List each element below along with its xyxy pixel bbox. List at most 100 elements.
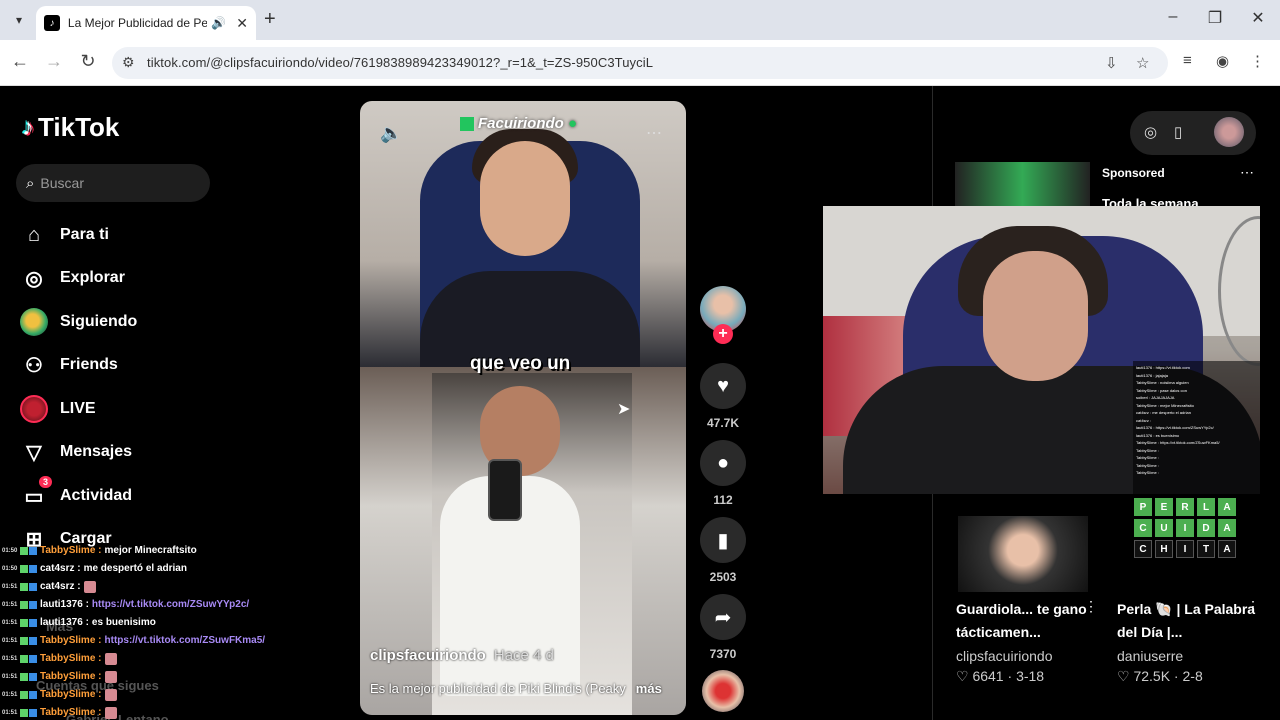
emote-icon bbox=[104, 689, 117, 701]
sidebar-item-label: Mensajes bbox=[60, 443, 133, 460]
back-icon[interactable]: ← bbox=[8, 51, 32, 72]
user-avatar[interactable] bbox=[1214, 117, 1244, 147]
video-card-title[interactable]: Guardiola... te gano tácticamen... bbox=[956, 598, 1096, 644]
close-window-icon[interactable]: ✕ bbox=[1243, 8, 1273, 28]
sidebar-item-label: LIVE bbox=[60, 400, 96, 417]
chat-text: https://vt.tiktok.com/ZSuwFKma5/ bbox=[104, 635, 266, 646]
music-disc-icon[interactable] bbox=[702, 670, 744, 712]
media-control-icon[interactable]: ≡ bbox=[1183, 52, 1192, 69]
phone-icon[interactable]: ▯ bbox=[1174, 123, 1182, 141]
search-box[interactable]: ⌕ bbox=[16, 164, 210, 202]
address-bar[interactable]: ⚙ tiktok.com/@clipsfacuiriondo/video/761… bbox=[112, 47, 1168, 79]
chat-badges-icon bbox=[20, 547, 38, 555]
webcam-chat-line: cat4srz : me desperto el adrian bbox=[1136, 410, 1191, 415]
chat-message: 01:50 cat4srz : me despertó el adrian bbox=[0, 560, 360, 578]
restore-icon[interactable]: ❐ bbox=[1200, 8, 1230, 28]
profile-icon[interactable]: ◉ bbox=[1216, 52, 1229, 70]
chat-message: 01:51 lauti1376 : es buenisimo bbox=[0, 614, 360, 632]
send-icon: ▽ bbox=[26, 441, 42, 464]
chat-text: me despertó el adrian bbox=[83, 563, 187, 574]
live-icon bbox=[20, 395, 48, 423]
browser-toolbar: ← → ↻ ⚙ tiktok.com/@clipsfacuiriondo/vid… bbox=[0, 40, 1280, 86]
sponsored-thumbnail[interactable] bbox=[955, 162, 1090, 208]
card-options-icon[interactable]: ⋮ bbox=[1084, 598, 1098, 615]
like-button[interactable]: ♥ bbox=[700, 363, 746, 409]
wordle-row: CHITA bbox=[1134, 540, 1239, 558]
wordle-cell: I bbox=[1176, 519, 1194, 537]
bookmark-star-icon[interactable]: ☆ bbox=[1136, 54, 1149, 72]
sidebar-item-mensajes[interactable]: ▽ Mensajes bbox=[20, 437, 132, 467]
video-card-author[interactable]: daniuserre bbox=[1117, 648, 1183, 664]
wordle-thumbnail[interactable]: PERLACUIDACHITA bbox=[1134, 498, 1239, 561]
video-top-frame bbox=[360, 101, 686, 371]
sponsored-label: Sponsored bbox=[1102, 166, 1165, 180]
wordle-cell: A bbox=[1218, 498, 1236, 516]
browser-menu-icon[interactable]: ⋮ bbox=[1250, 52, 1265, 70]
install-app-icon[interactable]: ⇩ bbox=[1105, 54, 1118, 72]
share-button[interactable]: ➦ bbox=[700, 594, 746, 640]
save-button[interactable]: ▮ bbox=[700, 517, 746, 563]
sponsored-options-icon[interactable]: ⋯ bbox=[1240, 164, 1254, 181]
chat-message: 01:51 TabbySlime : bbox=[0, 686, 360, 704]
sidebar-item-para-ti[interactable]: ⌂ Para ti bbox=[20, 220, 109, 250]
video-card-thumbnail[interactable] bbox=[958, 516, 1088, 592]
card-options-icon[interactable]: ⋮ bbox=[1246, 598, 1260, 615]
sidebar-item-siguiendo[interactable]: Siguiendo bbox=[20, 307, 137, 337]
reload-icon[interactable]: ↻ bbox=[76, 51, 100, 72]
wordle-cell: P bbox=[1134, 498, 1152, 516]
webcam-chat-line: cat4srz : bbox=[1136, 417, 1152, 423]
more-link[interactable]: más bbox=[636, 681, 662, 696]
emote-icon bbox=[104, 671, 117, 683]
chat-username: TabbySlime : bbox=[40, 545, 102, 556]
speaker-icon[interactable]: 🔊 bbox=[211, 16, 226, 30]
tab-search-button[interactable]: ▾ bbox=[8, 9, 30, 31]
video-overlay-username: Facuiriondo ● bbox=[478, 115, 578, 132]
webcam-chat-line: TabbySlime : bbox=[1136, 470, 1159, 475]
webcam-chat-line: lauti1376 : es buenisimo bbox=[1136, 432, 1180, 438]
chat-time: 01:51 bbox=[2, 692, 18, 698]
url-text[interactable]: tiktok.com/@clipsfacuiriondo/video/76198… bbox=[147, 55, 653, 70]
sidebar-item-friends[interactable]: ⚇ Friends bbox=[20, 350, 118, 380]
tiktok-logo[interactable]: ♪ TikTok bbox=[22, 112, 119, 143]
video-options-icon[interactable]: ⋯ bbox=[646, 123, 662, 143]
site-info-icon[interactable]: ⚙ bbox=[122, 54, 135, 71]
chat-text: https://vt.tiktok.com/ZSuwYYp2c/ bbox=[91, 599, 250, 610]
webcam-chat-line: lauti1376 : https://vt.tiktok.com/ZSuwYY… bbox=[1136, 425, 1214, 430]
comment-count: 112 bbox=[713, 493, 733, 507]
chat-username: TabbySlime : bbox=[40, 671, 102, 682]
volume-icon[interactable]: 🔈 bbox=[380, 123, 402, 144]
wordle-cell: L bbox=[1197, 498, 1215, 516]
like-count: 47.7K bbox=[706, 416, 740, 430]
new-tab-button[interactable]: + bbox=[264, 8, 276, 31]
close-tab-icon[interactable]: ✕ bbox=[236, 15, 248, 32]
wordle-cell: I bbox=[1176, 540, 1194, 558]
chat-text: es buenisimo bbox=[91, 617, 156, 628]
video-player[interactable]: Facuiriondo ● 🔈 ⋯ que veo un ➤ clipsfacu… bbox=[360, 101, 686, 715]
minimize-icon[interactable]: – bbox=[1158, 8, 1188, 26]
chat-time: 01:51 bbox=[2, 674, 18, 680]
sidebar-item-explorar[interactable]: ◎ Explorar bbox=[20, 263, 125, 293]
compass-icon[interactable]: ◎ bbox=[1144, 123, 1157, 141]
video-card-author[interactable]: clipsfacuiriondo bbox=[956, 648, 1053, 664]
browser-tab-active[interactable]: ♪ La Mejor Publicidad de Pea 🔊 ✕ bbox=[36, 6, 256, 40]
video-author-line[interactable]: clipsfacuiriondo Hace 4 d bbox=[370, 647, 554, 664]
chat-badges-icon bbox=[20, 601, 38, 609]
top-controls: ◎ ▯ bbox=[1130, 111, 1256, 155]
comment-icon: ● bbox=[716, 451, 730, 474]
video-card-title[interactable]: Perla 🐚 | La Palabra del Día |... bbox=[1117, 598, 1257, 644]
forward-icon[interactable]: → bbox=[42, 51, 66, 72]
follow-plus-icon[interactable]: + bbox=[713, 324, 733, 344]
video-card-stats: ♡ 6641 · 3-18 bbox=[956, 668, 1045, 684]
sidebar-item-actividad[interactable]: ▭ 3 Actividad bbox=[20, 476, 132, 511]
comment-button[interactable]: ● bbox=[700, 440, 746, 486]
search-input[interactable] bbox=[40, 175, 191, 191]
chat-message: 01:51 TabbySlime : bbox=[0, 704, 360, 720]
chat-time: 01:50 bbox=[2, 548, 18, 554]
chat-username: TabbySlime : bbox=[40, 635, 102, 646]
sidebar-item-live[interactable]: LIVE bbox=[20, 394, 96, 424]
chat-time: 01:51 bbox=[2, 710, 18, 716]
sidebar-item-label: Para ti bbox=[60, 226, 109, 243]
wordle-cell: H bbox=[1155, 540, 1173, 558]
phone-prop bbox=[488, 459, 522, 521]
chat-time: 01:51 bbox=[2, 638, 18, 644]
